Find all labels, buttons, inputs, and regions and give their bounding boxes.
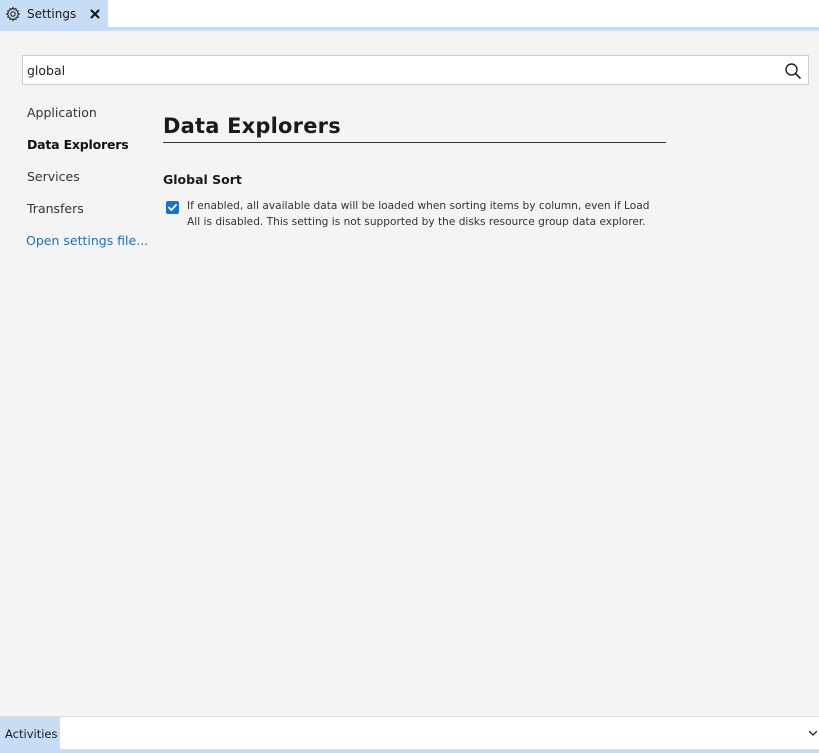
nav-item-services[interactable]: Services bbox=[27, 168, 157, 200]
setting-description: If enabled, all available data will be l… bbox=[187, 200, 650, 228]
search-icon[interactable] bbox=[784, 62, 802, 80]
chevron-down-icon[interactable] bbox=[807, 727, 819, 739]
search-input[interactable] bbox=[27, 56, 767, 84]
bottom-panel: Activities bbox=[0, 716, 819, 750]
nav-item-application[interactable]: Application bbox=[27, 104, 157, 136]
tab-strip: Settings bbox=[0, 0, 819, 27]
nav-item-data-explorers[interactable]: Data Explorers bbox=[27, 136, 157, 168]
gear-icon bbox=[5, 5, 21, 22]
tab-underline bbox=[0, 27, 819, 31]
setting-row-global-sort: If enabled, all available data will be l… bbox=[166, 198, 666, 230]
close-icon[interactable] bbox=[88, 7, 102, 21]
setting-title: Global Sort bbox=[163, 172, 242, 187]
global-sort-checkbox[interactable] bbox=[166, 201, 179, 214]
tab-settings[interactable]: Settings bbox=[0, 0, 108, 27]
settings-nav: Application Data Explorers Services Tran… bbox=[27, 104, 157, 232]
section-title: Data Explorers bbox=[163, 114, 341, 138]
section-divider bbox=[163, 142, 666, 143]
open-settings-file-link[interactable]: Open settings file... bbox=[26, 232, 148, 249]
check-icon bbox=[168, 204, 177, 211]
nav-item-transfers[interactable]: Transfers bbox=[27, 200, 157, 232]
tab-activities[interactable]: Activities bbox=[0, 717, 60, 750]
search-box bbox=[22, 55, 809, 85]
tab-label: Settings bbox=[27, 6, 77, 21]
bottom-underline bbox=[0, 749, 819, 753]
